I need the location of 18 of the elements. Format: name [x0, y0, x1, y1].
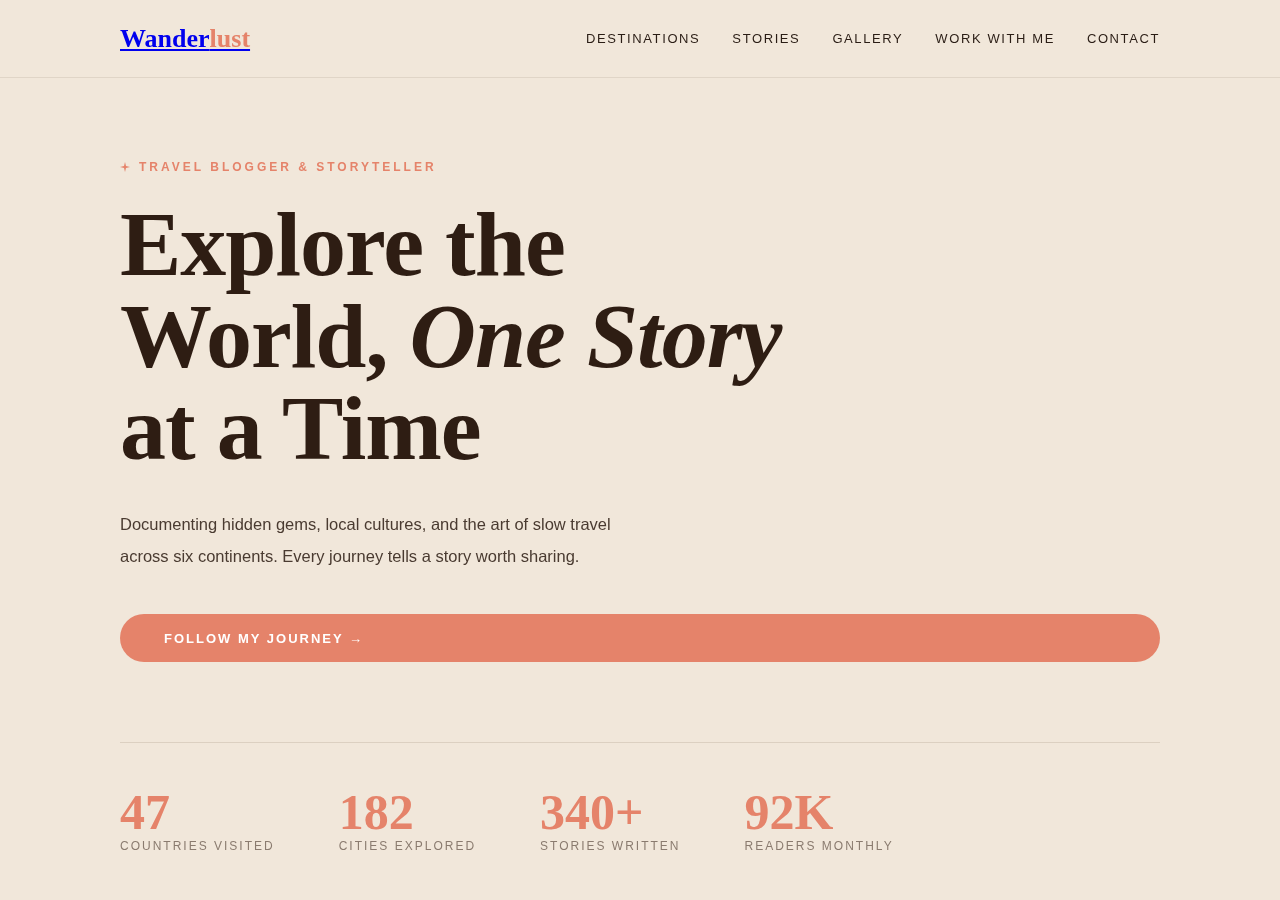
- stat-label: READERS MONTHLY: [744, 839, 894, 853]
- hero-heading: Explore the World, One Story at a Time: [120, 198, 784, 474]
- sparkle-icon: [120, 162, 130, 172]
- stat-value: 182: [338, 789, 415, 835]
- nav-link[interactable]: WORK WITH ME: [935, 31, 1055, 46]
- nav-link[interactable]: DESTINATIONS: [586, 31, 701, 46]
- stat-label: COUNTRIES VISITED: [120, 839, 275, 853]
- stat-label: CITIES EXPLORED: [338, 839, 477, 853]
- stat-value: 47: [120, 789, 171, 835]
- nav-link[interactable]: STORIES: [732, 31, 801, 46]
- stat-value: 92K: [744, 789, 835, 835]
- nav-link[interactable]: CONTACT: [1086, 31, 1160, 46]
- eyebrow-text: TRAVEL BLOGGER & STORYTELLER: [139, 160, 437, 174]
- logo-link[interactable]: Wanderlust: [120, 23, 251, 54]
- stat-label: STORIES WRITTEN: [540, 839, 681, 853]
- nav-link[interactable]: GALLERY: [832, 31, 904, 46]
- hero-description: Documenting hidden gems, local cultures, and the art of slow travel across six continents. Every journey tells a story worth sharing.: [120, 514, 612, 567]
- stat-value: 340+: [540, 789, 645, 835]
